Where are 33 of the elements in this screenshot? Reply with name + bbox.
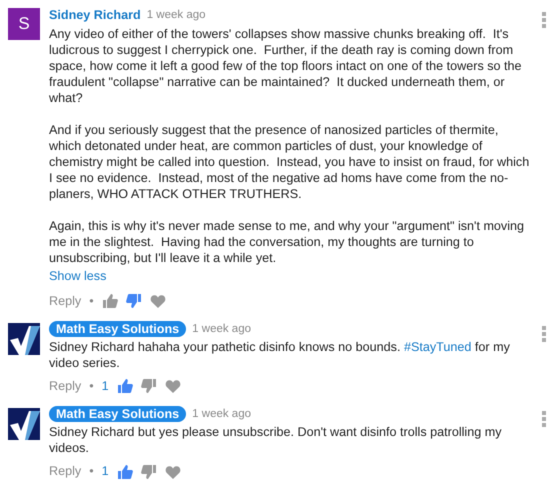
show-less-link[interactable]: Show less: [49, 266, 106, 286]
thumbs-up-icon[interactable]: [116, 378, 133, 394]
separator: •: [89, 292, 94, 310]
thumbs-up-icon[interactable]: [116, 464, 133, 480]
reply-button[interactable]: Reply: [49, 292, 82, 311]
heart-icon[interactable]: [164, 464, 181, 480]
author-name[interactable]: Math Easy Solutions: [49, 406, 186, 422]
thumbs-up-icon[interactable]: [102, 293, 118, 310]
author-name[interactable]: Sidney Richard: [49, 6, 141, 25]
heart-icon[interactable]: [164, 378, 181, 394]
thumbs-down-icon[interactable]: [140, 378, 157, 394]
comment-text: Sidney Richard hahaha your pathetic disinfo knows no bounds. #StayTuned for my video series.: [49, 338, 511, 371]
separator: •: [89, 378, 94, 395]
comment-text: Any video of either of the towers' collapses show massive chunks breaking off. It's ludicrous to suggest I cherrypick one. Further, if the death ray is coming down from space, how come it left a good few of the top floors intact on one of the towers so the fraudulent "collapse" narrative can be maintained? It ducked underneath them, or what?: [49, 26, 523, 106]
timestamp[interactable]: 1 week ago: [192, 406, 251, 424]
thumbs-down-icon[interactable]: [140, 464, 157, 480]
avatar: S: [8, 8, 40, 40]
like-count: 1: [102, 463, 109, 480]
like-count: 1: [102, 378, 109, 395]
comment-text: Sidney Richard but yes please unsubscribe. Don't want disinfo trolls patrolling my videos.: [49, 424, 503, 456]
reply-button[interactable]: Reply: [49, 462, 82, 481]
hashtag-link[interactable]: #StayTuned: [404, 340, 472, 354]
thumbs-down-icon[interactable]: [126, 293, 142, 310]
timestamp[interactable]: 1 week ago: [192, 320, 251, 338]
reply-button[interactable]: Reply: [49, 376, 82, 396]
comment-text: Again, this is why it's never made sense to me, and why your "argument" isn't moving me in the slightest. Having had the conversation, my thoughts are turning to unsubscribing, but I'll leave it a while yet.: [49, 218, 526, 266]
separator: •: [89, 463, 94, 480]
heart-icon[interactable]: [150, 293, 166, 310]
comment-text: And if you seriously suggest that the presence of nanosized particles of thermite, which detonated under heat, are common particles of dust, your knowledge of chemistry might be called into question. Instead, you have to insist on fraud, for which I see no evidence. Instead, most of the negative ad homs have come from the no-planers, WHO ATTACK OTHER TRUTHERS.: [49, 122, 530, 202]
timestamp[interactable]: 1 week ago: [146, 6, 206, 24]
author-name[interactable]: Math Easy Solutions: [49, 321, 186, 338]
logo-icon: [8, 322, 40, 355]
logo-icon: [8, 408, 40, 440]
